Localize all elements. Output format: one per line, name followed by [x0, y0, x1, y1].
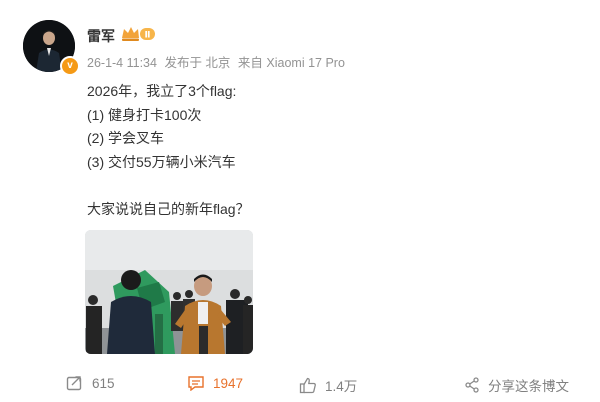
post-timestamp[interactable]: 26-1-4 11:34 — [87, 56, 157, 70]
post-text-line: (3) 交付55万辆小米汽车 — [87, 153, 236, 170]
post-text-line: 大家说说自己的新年flag？ — [87, 200, 250, 217]
weibo-post-card: v 雷军 Ⅱ 26-1-4 11:34 发布于 北京 来自 Xiaomi 17 … — [0, 0, 600, 402]
share-label: 分享这条博文 — [488, 379, 569, 394]
verified-badge-icon: v — [60, 56, 80, 76]
repost-count: 615 — [92, 375, 115, 391]
post-location: 发布于 北京 — [164, 56, 231, 70]
post-text: 2026年，我立了3个flag: (1) 健身打卡100次 (2) 学会叉车 (… — [87, 80, 567, 222]
comment-icon — [188, 376, 204, 391]
svg-text:Ⅱ: Ⅱ — [145, 31, 151, 41]
post-meta: 26-1-4 11:34 发布于 北京 来自 Xiaomi 17 Pro — [87, 52, 349, 71]
repost-button[interactable]: 615 — [66, 375, 115, 391]
post-image[interactable] — [85, 230, 253, 354]
author-name[interactable]: 雷军 — [87, 26, 115, 46]
comment-button[interactable]: 1947 — [187, 375, 243, 391]
share-icon — [465, 377, 479, 393]
post-action-bar: 615 1947 1.4万 分享这条博文 — [0, 370, 600, 398]
share-button[interactable]: 分享这条博文 — [464, 375, 569, 395]
vip-crown-icon[interactable]: Ⅱ — [120, 25, 156, 43]
thumbs-up-icon — [299, 377, 316, 393]
post-source: 来自 Xiaomi 17 Pro — [237, 56, 345, 70]
post-text-line: (2) 学会叉车 — [87, 130, 164, 147]
post-text-blank-line — [87, 174, 567, 198]
like-button[interactable]: 1.4万 — [299, 375, 357, 395]
comment-count: 1947 — [213, 375, 244, 391]
like-count: 1.4万 — [325, 379, 358, 394]
post-text-line: 2026年，我立了3个flag: — [87, 83, 237, 99]
repost-icon — [66, 376, 82, 391]
post-text-line: (1) 健身打卡100次 — [87, 106, 202, 123]
